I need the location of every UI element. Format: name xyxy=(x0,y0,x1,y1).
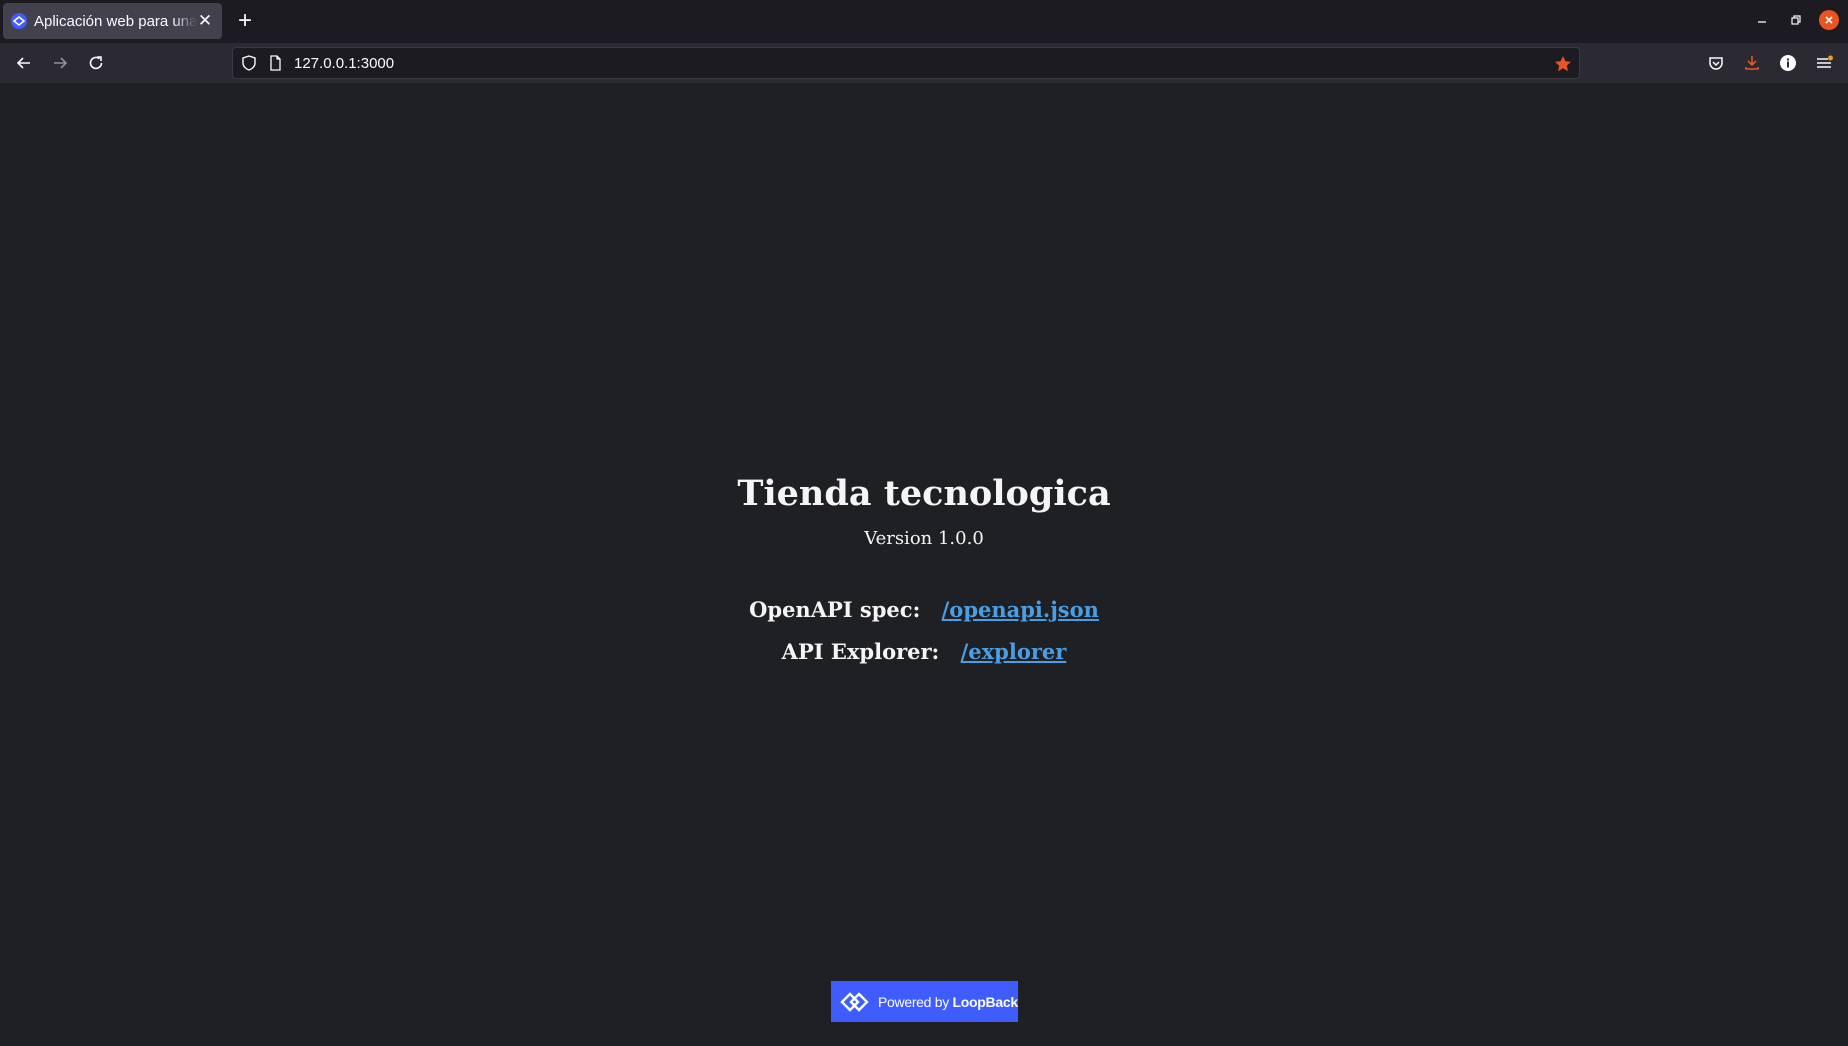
restore-icon xyxy=(1791,15,1801,25)
address-text[interactable]: 127.0.0.1:3000 xyxy=(294,55,394,72)
explorer-row: API Explorer: /explorer xyxy=(0,631,1848,673)
tab-title: Aplicación web para una tienda tecnologi… xyxy=(34,12,197,30)
tab-close-icon[interactable]: ✕ xyxy=(196,12,214,30)
page-viewport: Tienda tecnologica Version 1.0.0 OpenAPI… xyxy=(0,83,1848,1046)
minimize-icon xyxy=(1758,21,1766,23)
api-links: OpenAPI spec: /openapi.json API Explorer… xyxy=(0,589,1848,673)
download-icon xyxy=(1745,56,1759,70)
downloads-button[interactable] xyxy=(1741,52,1763,74)
page-title: Tienda tecnologica xyxy=(737,473,1111,514)
navigation-bar: 127.0.0.1:3000 xyxy=(0,43,1848,83)
hamburger-icon xyxy=(1817,55,1833,68)
arrow-left-icon xyxy=(16,57,30,69)
star-icon[interactable] xyxy=(1553,54,1573,74)
powered-prefix: Powered by xyxy=(878,993,949,1010)
close-window-button[interactable] xyxy=(1817,8,1841,32)
address-bar[interactable]: 127.0.0.1:3000 xyxy=(232,47,1580,79)
info-icon xyxy=(1780,55,1796,71)
back-button[interactable] xyxy=(12,51,36,75)
loopback-icon xyxy=(11,13,27,29)
browser-tab[interactable]: Aplicación web para una tienda tecnologi… xyxy=(3,3,222,39)
openapi-link[interactable]: /openapi.json xyxy=(942,597,1099,622)
app-info: Tienda tecnologica Version 1.0.0 OpenAPI… xyxy=(0,473,1848,673)
new-tab-button[interactable]: + xyxy=(232,6,258,36)
pocket-button[interactable] xyxy=(1705,52,1727,74)
pocket-icon xyxy=(1709,57,1723,70)
restore-button[interactable] xyxy=(1784,8,1808,32)
openapi-row: OpenAPI spec: /openapi.json xyxy=(0,589,1848,631)
menu-button[interactable] xyxy=(1813,52,1835,74)
tab-strip: Aplicación web para una tienda tecnologi… xyxy=(0,0,1848,43)
powered-by-loopback-badge[interactable]: Powered by LoopBack xyxy=(831,981,1018,1022)
openapi-label: OpenAPI spec: xyxy=(749,597,921,622)
powered-by-text: Powered by LoopBack xyxy=(878,994,1018,1010)
extension-button[interactable] xyxy=(1777,52,1799,74)
close-window-circle xyxy=(1819,10,1839,30)
close-icon xyxy=(1825,16,1833,24)
forward-button[interactable] xyxy=(48,51,72,75)
arrow-right-icon xyxy=(54,57,68,69)
minimize-button[interactable] xyxy=(1750,8,1774,32)
reload-icon xyxy=(89,56,103,70)
powered-brand: LoopBack xyxy=(952,993,1019,1010)
loopback-logo-icon xyxy=(840,991,869,1012)
explorer-link[interactable]: /explorer xyxy=(961,639,1067,664)
explorer-label: API Explorer: xyxy=(781,639,940,664)
reload-button[interactable] xyxy=(84,51,108,75)
app-version: Version 1.0.0 xyxy=(864,528,984,549)
page-icon[interactable] xyxy=(266,54,284,72)
shield-icon[interactable] xyxy=(240,54,258,72)
